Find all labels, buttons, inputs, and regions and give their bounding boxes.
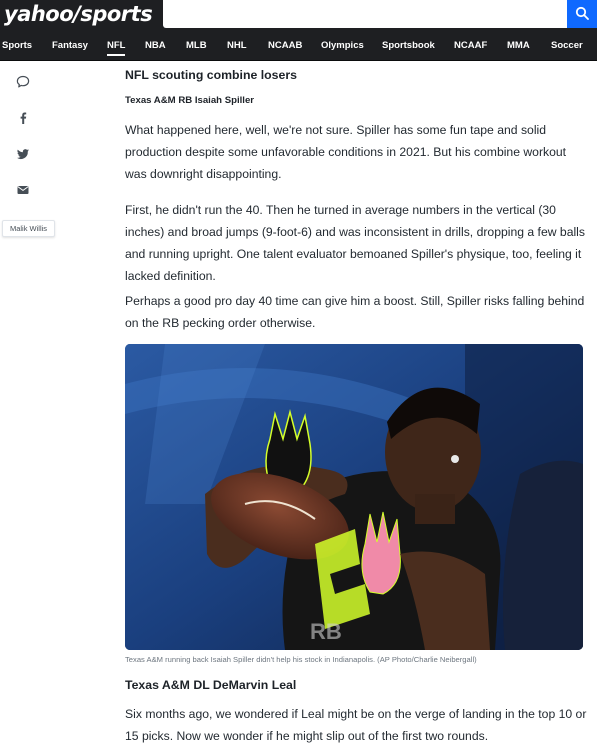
nav-item-nba[interactable]: NBA (145, 30, 166, 61)
nav-item-ncaab[interactable]: NCAAB (268, 30, 302, 61)
yahoo-sports-logo[interactable]: yahoo/sports (4, 1, 153, 27)
search-input[interactable] (163, 0, 567, 28)
article-paragraph: Six months ago, we wondered if Leal migh… (125, 707, 587, 743)
nav-item-nhl[interactable]: NHL (227, 30, 247, 61)
top-bar: yahoo/sports (0, 0, 597, 30)
nav-item-ncaaf[interactable]: NCAAF (454, 30, 487, 61)
article-photo[interactable]: RB (125, 344, 583, 650)
section-heading: NFL scouting combine losers (125, 68, 297, 82)
player-heading: Texas A&M RB Isaiah Spiller (125, 95, 255, 106)
nav-item-mma[interactable]: MMA (507, 30, 530, 61)
search-icon (575, 6, 589, 20)
facebook-icon[interactable] (15, 110, 31, 126)
player-heading: Texas A&M DL DeMarvin Leal (125, 678, 297, 692)
nav-item-mlb[interactable]: MLB (186, 30, 207, 61)
twitter-icon[interactable] (15, 146, 31, 162)
nav-item-nfl[interactable]: NFL (107, 30, 126, 61)
article-paragraph: What happened here, well, we're not sure… (125, 123, 567, 181)
search-button[interactable] (567, 0, 597, 28)
svg-text:RB: RB (310, 619, 342, 644)
nav-item-fantasy[interactable]: Fantasy (52, 30, 88, 61)
article-paragraph: First, he didn't run the 40. Then he tur… (125, 203, 585, 283)
nav-item-sports[interactable]: Sports (2, 30, 32, 61)
article-paragraph: Perhaps a good pro day 40 time can give … (125, 294, 585, 330)
email-icon[interactable] (15, 182, 31, 198)
image-caption: Texas A&M running back Isaiah Spiller di… (125, 655, 477, 664)
sports-nav: Sports Fantasy NFL NBA MLB NHL NCAAB Oly… (0, 30, 597, 61)
nav-item-olympics[interactable]: Olympics (321, 30, 364, 61)
comment-icon[interactable] (15, 74, 31, 90)
nav-item-sportsbook[interactable]: Sportsbook (382, 30, 435, 61)
football-player-photo: RB (125, 344, 583, 650)
nav-item-soccer[interactable]: Soccer (551, 30, 583, 61)
author-tag[interactable]: Malik Willis (2, 220, 55, 237)
